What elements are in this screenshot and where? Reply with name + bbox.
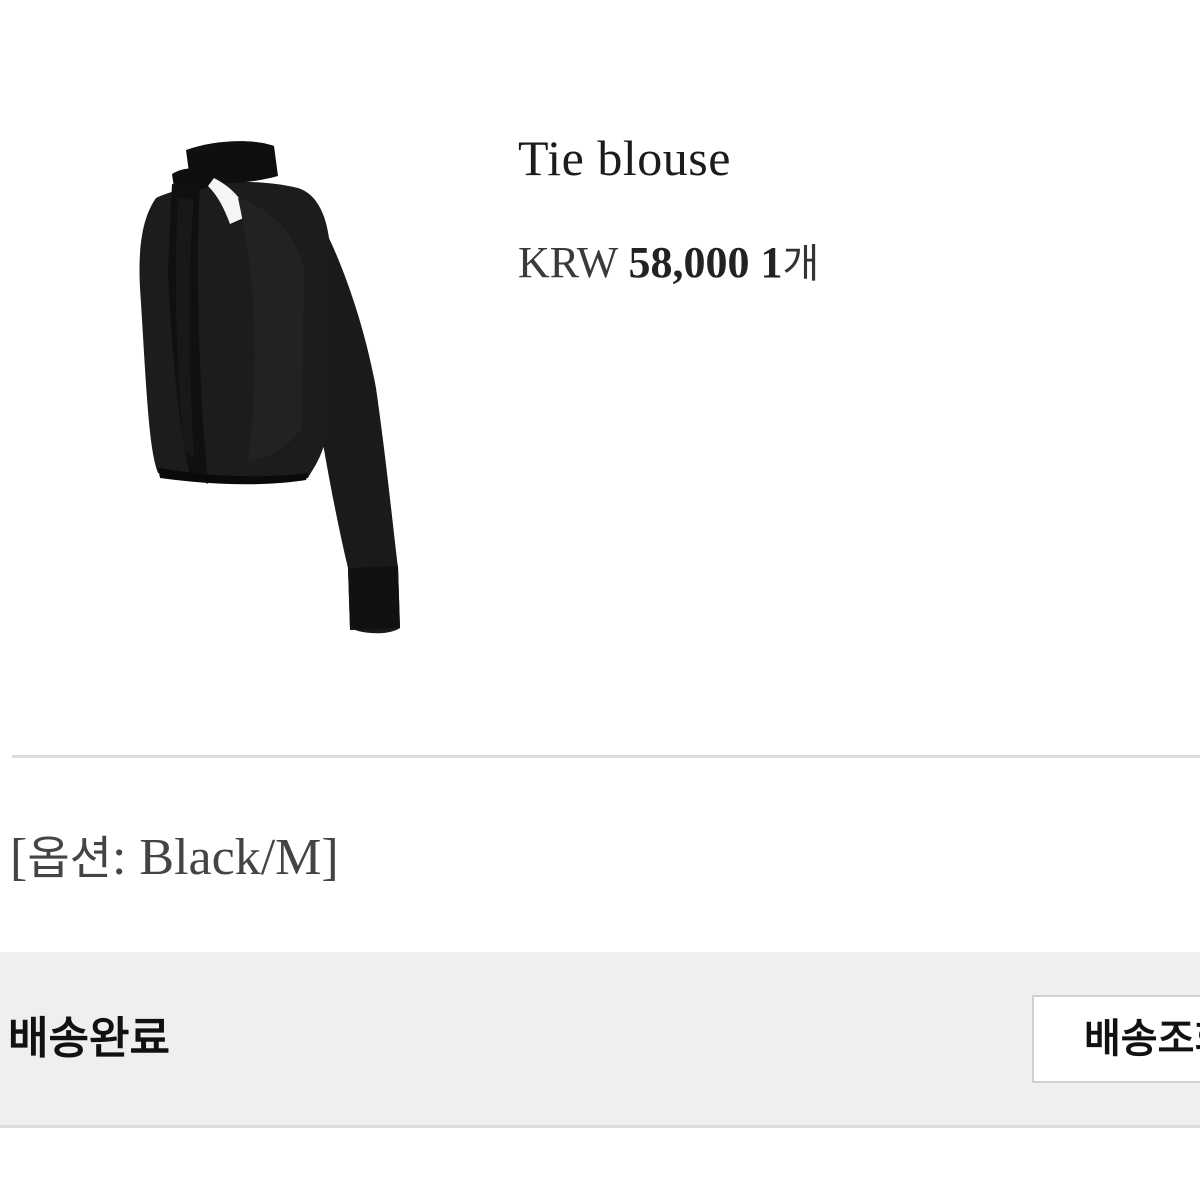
blouse-illustration: [139, 141, 400, 634]
option-label: 옵션: [27, 831, 112, 885]
option-close-bracket: ]: [321, 829, 339, 886]
quantity-number: 1: [760, 238, 783, 287]
option-separator: :: [111, 829, 140, 886]
price-line: KRW 58,000 1개: [518, 236, 819, 291]
quantity-unit: 개: [782, 241, 820, 287]
delivery-status: 배송완료: [8, 1013, 170, 1064]
section-divider: [12, 755, 1200, 758]
track-delivery-button[interactable]: 배송조회: [1032, 995, 1200, 1083]
product-name[interactable]: Tie blouse: [518, 128, 731, 188]
order-status-bar: 배송완료 배송조회: [0, 952, 1200, 1128]
product-image[interactable]: [118, 128, 418, 648]
currency-label: KRW: [518, 238, 618, 287]
option-open-bracket: [: [10, 829, 28, 886]
price-amount: 58,000: [628, 238, 750, 287]
option-line: [옵션: Black/M]: [10, 826, 339, 890]
quantity: 1개: [760, 238, 819, 287]
option-value: Black/M: [139, 829, 322, 886]
